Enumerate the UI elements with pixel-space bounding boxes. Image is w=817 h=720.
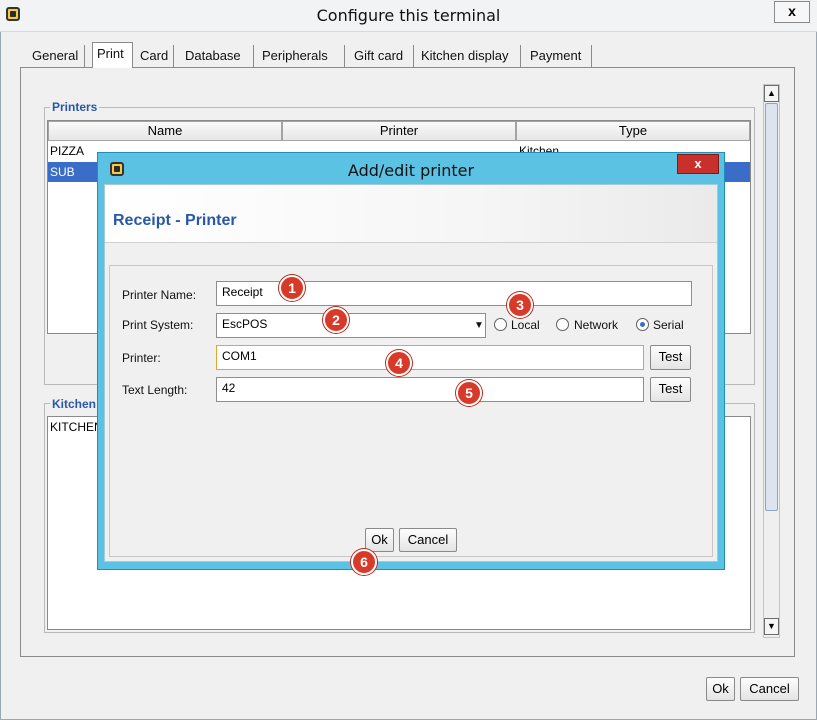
printer-test-button[interactable]: Test [650, 345, 691, 370]
dialog-close-button[interactable]: x [677, 154, 719, 174]
text-length-input[interactable]: 42 [216, 377, 644, 402]
printer-port-input[interactable]: COM1 [216, 345, 644, 370]
dialog-ok-button[interactable]: Ok [365, 528, 394, 552]
tab-print[interactable]: Print [92, 42, 133, 68]
text-length-label: Text Length: [122, 383, 188, 397]
tab-kitchen-display[interactable]: Kitchen display [417, 45, 521, 67]
list-item[interactable]: KITCHEN [50, 420, 100, 434]
column-header-type[interactable]: Type [516, 121, 750, 141]
annotation-marker-3: 3 [507, 292, 533, 318]
window-close-button[interactable]: x [774, 1, 810, 23]
radio-network[interactable] [556, 318, 569, 331]
annotation-marker-6: 6 [351, 549, 377, 575]
window-title: Configure this terminal [316, 6, 501, 25]
tab-database[interactable]: Database [181, 45, 254, 67]
scroll-thumb[interactable] [765, 103, 778, 511]
column-header-name[interactable]: Name [48, 121, 282, 141]
tab-card[interactable]: Card [136, 45, 174, 67]
cancel-button[interactable]: Cancel [740, 677, 799, 701]
table-row[interactable]: PIZZA [50, 144, 84, 158]
tab-peripherals[interactable]: Peripherals [258, 45, 345, 67]
chevron-down-icon[interactable]: ▼ [474, 320, 484, 331]
tab-payment[interactable]: Payment [526, 45, 592, 67]
annotation-marker-2: 2 [323, 307, 349, 333]
print-system-value: EscPOS [222, 317, 268, 331]
dialog-title: Add/edit printer [347, 161, 475, 180]
dialog-heading: Receipt - Printer [113, 212, 237, 229]
printer-form-panel [109, 265, 713, 557]
annotation-marker-4: 4 [386, 350, 412, 376]
radio-local[interactable] [494, 318, 507, 331]
radio-serial[interactable] [636, 318, 649, 331]
print-system-dropdown[interactable]: EscPOS [216, 313, 486, 338]
printers-group-title: Printers [50, 100, 100, 114]
printer-label: Printer: [122, 351, 161, 365]
dialog-cancel-button[interactable]: Cancel [399, 528, 457, 552]
print-system-label: Print System: [122, 318, 194, 332]
annotation-marker-1: 1 [279, 275, 305, 301]
radio-serial-label[interactable]: Serial [653, 318, 684, 332]
radio-local-label[interactable]: Local [511, 318, 540, 332]
printer-name-label: Printer Name: [122, 288, 197, 302]
tab-gift-card[interactable]: Gift card [350, 45, 414, 67]
annotation-marker-5: 5 [456, 380, 482, 406]
column-header-printer[interactable]: Printer [282, 121, 516, 141]
text-length-test-button[interactable]: Test [650, 377, 691, 402]
ok-button[interactable]: Ok [706, 677, 735, 701]
table-cell-type: Kitchen [519, 144, 560, 152]
scroll-down-icon[interactable]: ▼ [764, 618, 779, 635]
kitchen-group-title: Kitchen [50, 397, 100, 411]
scroll-up-icon[interactable]: ▲ [764, 85, 779, 102]
tab-general[interactable]: General [28, 45, 85, 67]
radio-network-label[interactable]: Network [574, 318, 618, 332]
